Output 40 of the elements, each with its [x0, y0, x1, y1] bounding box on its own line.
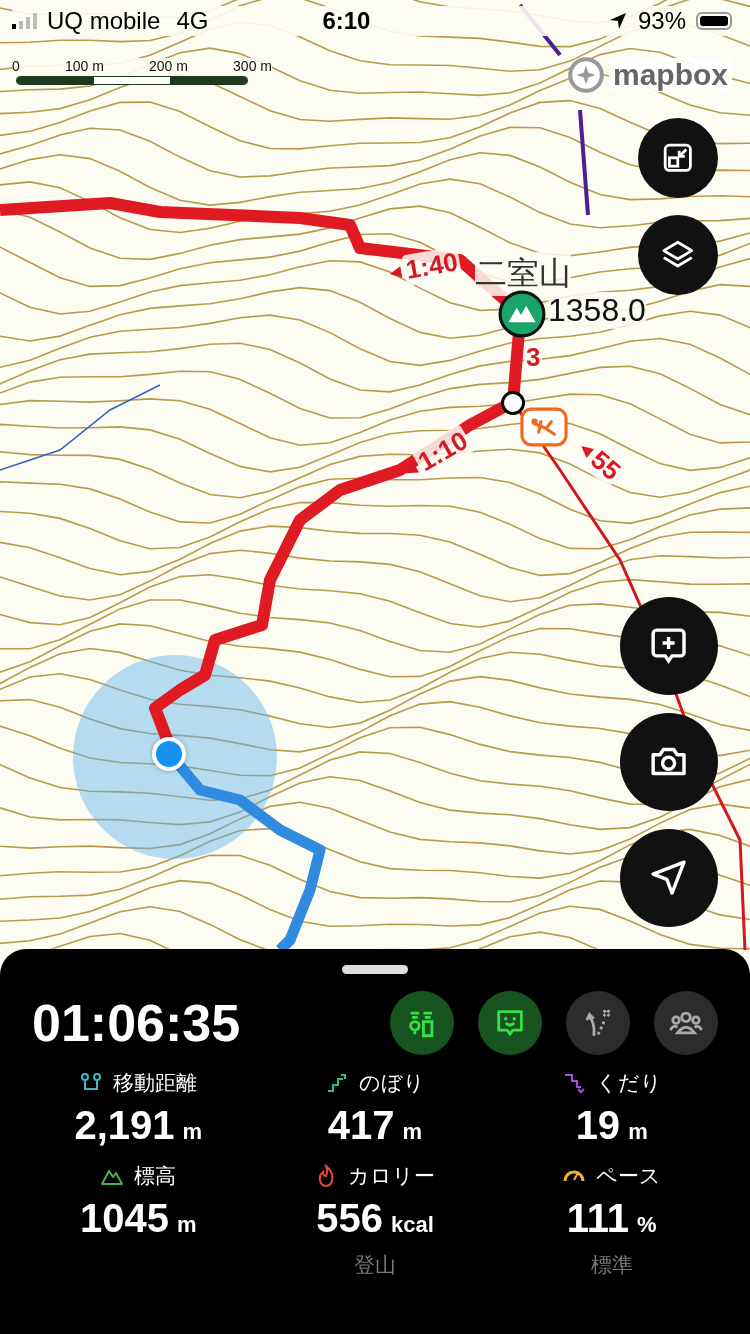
scale-label: 100 m — [64, 58, 104, 74]
stat-unit: % — [637, 1212, 657, 1238]
ascent-icon — [325, 1071, 349, 1095]
stat-label: 移動距離 — [113, 1070, 198, 1096]
stat-label: 標高 — [134, 1163, 177, 1189]
stat-value: 556 — [316, 1196, 383, 1241]
stat-note: 登山 — [354, 1252, 396, 1278]
stat-value: 1045 — [80, 1196, 170, 1241]
map-attribution: mapbox — [608, 58, 732, 92]
peak-name: 二室山 — [475, 252, 571, 296]
carrier-name: UQ mobile — [47, 7, 161, 35]
stat-unit: m — [402, 1119, 423, 1145]
elapsed-timer: 01:06:35 — [32, 993, 241, 1053]
peak-elevation: 1358.0 — [548, 292, 646, 329]
scale-label: 300 m — [233, 58, 272, 74]
stat-value: 111 — [566, 1196, 630, 1241]
stat-unit: m — [177, 1212, 197, 1238]
drag-handle[interactable] — [342, 965, 408, 974]
stat-value: 19 — [575, 1103, 621, 1148]
stat-label: カロリー — [348, 1163, 436, 1189]
battery-icon — [696, 12, 732, 30]
battery-percent: 93% — [637, 7, 686, 35]
scale-label: 0 — [12, 58, 20, 74]
status-time: 6:10 — [322, 7, 371, 35]
stat-label: のぼり — [359, 1070, 425, 1096]
scale-label: 200 m — [149, 58, 188, 74]
falling-hazard-icon[interactable] — [519, 407, 569, 449]
stat-note: 標準 — [590, 1252, 633, 1278]
stat-unit: m — [628, 1119, 648, 1145]
stat-label: ペース — [596, 1163, 662, 1189]
network-type: 4G — [176, 7, 209, 35]
expand-icon — [661, 141, 695, 175]
signal-icon — [12, 13, 37, 29]
mapbox-logo-icon — [566, 56, 605, 94]
stat-value: 417 — [327, 1103, 395, 1148]
stat-label: くだり — [595, 1070, 662, 1096]
stat-unit: m — [182, 1119, 203, 1145]
stat-value: 2,191 — [74, 1103, 175, 1148]
stat-unit: kcal — [390, 1212, 434, 1238]
mountain-marker-icon[interactable] — [498, 290, 546, 338]
